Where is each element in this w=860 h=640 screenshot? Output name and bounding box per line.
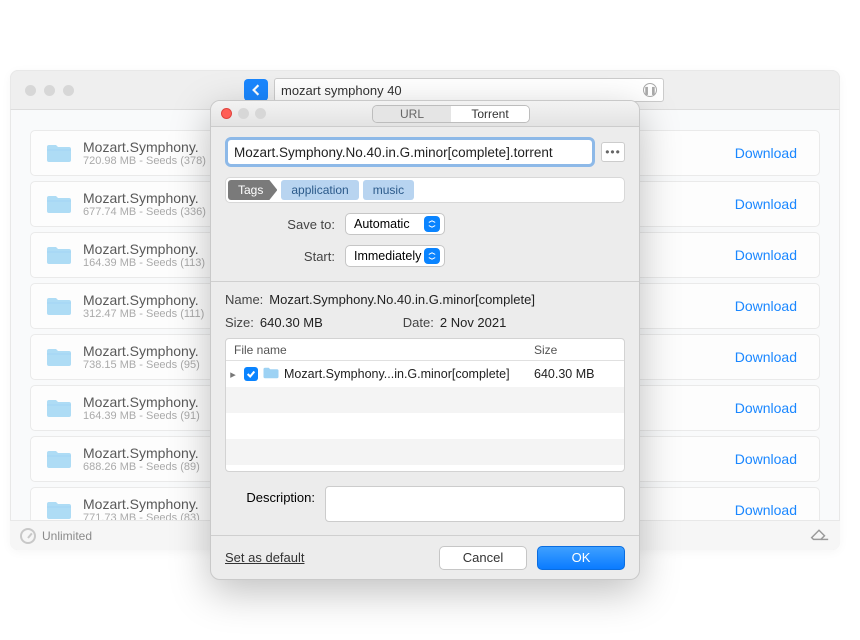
col-filename[interactable]: File name (226, 343, 534, 357)
saveto-select[interactable]: Automatic (345, 213, 445, 235)
download-link[interactable]: Download (735, 400, 797, 416)
window-minimize-icon[interactable] (44, 85, 55, 96)
download-link[interactable]: Download (735, 349, 797, 365)
back-button[interactable] (244, 79, 268, 101)
add-torrent-dialog: URL Torrent ••• Tags application music S… (210, 100, 640, 580)
size-label: Size: (225, 315, 254, 330)
result-subtitle: 677.74 MB - Seeds (336) (83, 206, 218, 218)
window-close-icon[interactable] (25, 85, 36, 96)
size-value: 640.30 MB (260, 315, 323, 330)
result-subtitle: 720.98 MB - Seeds (378) (83, 155, 218, 167)
date-label: Date: (403, 315, 434, 330)
result-subtitle: 164.39 MB - Seeds (91) (83, 410, 218, 422)
source-tabs: URL Torrent (372, 105, 530, 123)
clear-button[interactable] (808, 522, 830, 549)
tab-torrent[interactable]: Torrent (451, 106, 529, 122)
col-size[interactable]: Size (534, 343, 624, 357)
tab-url[interactable]: URL (373, 106, 451, 122)
result-title: Mozart.Symphony. (83, 190, 218, 206)
speed-gauge-icon (20, 528, 36, 544)
result-title: Mozart.Symphony. (83, 139, 218, 155)
file-row[interactable]: ▸ Mozart.Symphony...in.G.minor[complete]… (226, 361, 624, 387)
file-size: 640.30 MB (534, 367, 624, 381)
file-name: Mozart.Symphony...in.G.minor[complete] (280, 367, 534, 381)
folder-icon (45, 397, 73, 419)
download-link[interactable]: Download (735, 298, 797, 314)
pause-icon[interactable]: ❚❚ (643, 83, 657, 97)
chevron-down-icon (424, 248, 440, 264)
start-label: Start: (225, 249, 345, 264)
folder-icon (45, 448, 73, 470)
dialog-footer: Set as default Cancel OK (211, 535, 639, 579)
dialog-titlebar: URL Torrent (211, 101, 639, 127)
search-text: mozart symphony 40 (281, 83, 402, 98)
folder-icon (262, 366, 280, 383)
download-link[interactable]: Download (735, 502, 797, 518)
saveto-value: Automatic (354, 217, 410, 231)
file-row-empty (226, 439, 624, 465)
speed-label: Unlimited (42, 529, 92, 543)
file-row-empty (226, 413, 624, 439)
folder-icon (45, 193, 73, 215)
search-input[interactable]: mozart symphony 40 ❚❚ (274, 78, 664, 102)
chevron-left-icon (250, 84, 262, 96)
folder-icon (45, 244, 73, 266)
result-subtitle: 688.26 MB - Seeds (89) (83, 461, 218, 473)
result-title: Mozart.Symphony. (83, 394, 218, 410)
tags-field[interactable]: Tags application music (225, 177, 625, 203)
file-checkbox[interactable] (244, 367, 258, 381)
download-link[interactable]: Download (735, 451, 797, 467)
set-default-link[interactable]: Set as default (225, 550, 305, 565)
folder-icon (45, 346, 73, 368)
folder-icon (45, 295, 73, 317)
disclosure-icon[interactable]: ▸ (226, 368, 240, 381)
result-title: Mozart.Symphony. (83, 241, 218, 257)
close-icon[interactable] (221, 108, 232, 119)
name-label: Name: (225, 292, 263, 307)
result-title: Mozart.Symphony. (83, 496, 218, 512)
download-link[interactable]: Download (735, 196, 797, 212)
start-select[interactable]: Immediately (345, 245, 445, 267)
tags-label-chip: Tags (228, 180, 277, 200)
tag-application[interactable]: application (281, 180, 358, 200)
zoom-icon (255, 108, 266, 119)
file-table: File name Size ▸ Mozart.Symphony...in.G.… (225, 338, 625, 472)
folder-icon (45, 142, 73, 164)
folder-icon (45, 499, 73, 521)
filename-input[interactable] (234, 145, 586, 160)
result-subtitle: 164.39 MB - Seeds (113) (83, 257, 218, 269)
start-value: Immediately (354, 249, 421, 263)
filename-field-wrap (225, 137, 595, 167)
file-row-empty (226, 387, 624, 413)
cancel-button[interactable]: Cancel (439, 546, 527, 570)
date-value: 2 Nov 2021 (440, 315, 507, 330)
name-value: Mozart.Symphony.No.40.in.G.minor[complet… (269, 292, 535, 307)
description-input[interactable] (325, 486, 625, 522)
result-subtitle: 312.47 MB - Seeds (111) (83, 308, 218, 320)
result-subtitle: 738.15 MB - Seeds (95) (83, 359, 218, 371)
result-title: Mozart.Symphony. (83, 292, 218, 308)
chevron-down-icon (424, 216, 440, 232)
ok-button[interactable]: OK (537, 546, 625, 570)
window-zoom-icon[interactable] (63, 85, 74, 96)
description-label: Description: (225, 486, 325, 522)
result-title: Mozart.Symphony. (83, 343, 218, 359)
download-link[interactable]: Download (735, 145, 797, 161)
tag-music[interactable]: music (363, 180, 414, 200)
saveto-label: Save to: (225, 217, 345, 232)
download-link[interactable]: Download (735, 247, 797, 263)
result-title: Mozart.Symphony. (83, 445, 218, 461)
browse-button[interactable]: ••• (601, 142, 625, 162)
minimize-icon (238, 108, 249, 119)
